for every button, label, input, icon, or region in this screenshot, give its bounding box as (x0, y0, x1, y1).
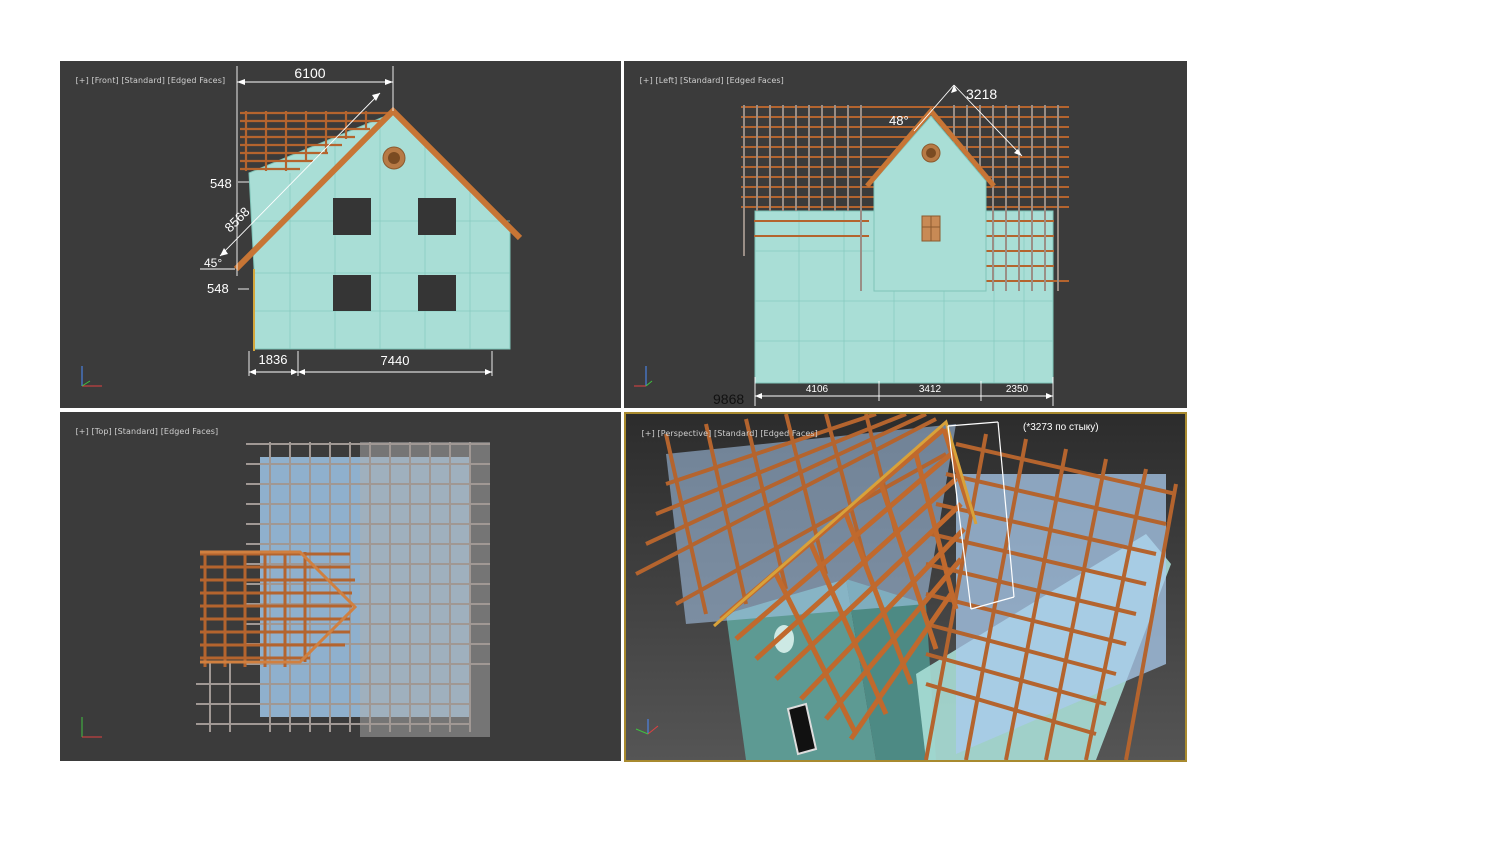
viewport-menu-plus[interactable]: [+] (642, 429, 655, 438)
viewport-label-left[interactable]: [+] [Left] [Standard] [Edged Faces] (629, 67, 784, 94)
dim-rafter-length-left: 3218 (966, 86, 997, 102)
front-window (418, 275, 456, 311)
front-window (418, 198, 456, 235)
viewport-edges-menu[interactable]: [Edged Faces] (726, 76, 784, 85)
viewport-menu-plus[interactable]: [+] (76, 76, 89, 85)
viewport-shading-menu[interactable]: [Standard] (121, 76, 165, 85)
viewport-view-menu[interactable]: [Perspective] (657, 429, 711, 438)
viewport-view-menu[interactable]: [Top] (91, 427, 111, 436)
viewport-edges-menu[interactable]: [Edged Faces] (168, 76, 226, 85)
viewport-edges-menu[interactable]: [Edged Faces] (161, 427, 219, 436)
dim-seg3: 2350 (1006, 384, 1029, 395)
axis-gizmo-icon (81, 366, 102, 387)
viewport-shading-menu[interactable]: [Standard] (680, 76, 724, 85)
front-window (333, 275, 371, 311)
dim-angle-left: 48° (889, 113, 909, 128)
viewport-perspective[interactable]: (*3273 по стыку) [+] [Perspective] [Stan… (624, 412, 1187, 762)
front-scene: 6100 548 8568 45° 548 1836 7440 (81, 65, 523, 387)
perspective-scene: (*3273 по стыку) (635, 414, 1178, 760)
dim-top-width: 6100 (294, 65, 325, 81)
viewport-view-menu[interactable]: [Front] (91, 76, 118, 85)
left-scene: 3218 48° 4106 3412 2350 (634, 84, 1069, 406)
dim-angle: 45° (204, 256, 222, 270)
viewport-view-menu[interactable]: [Left] (655, 76, 677, 85)
dim-eave-top: 548 (210, 176, 232, 191)
viewport-left[interactable]: 3218 48° 4106 3412 2350 [+] [Left] [Stan… (624, 61, 1187, 408)
dim-total: 9868 (713, 391, 745, 407)
viewport-label-perspective[interactable]: [+] [Perspective] [Standard] [Edged Face… (631, 420, 818, 447)
viewport-shading-menu[interactable]: [Standard] (714, 429, 758, 438)
viewport-top[interactable]: [+] [Top] [Standard] [Edged Faces] (60, 412, 621, 761)
top-scene (81, 442, 490, 738)
dim-seg2: 3412 (919, 384, 942, 395)
perspective-note: (*3273 по стыку) (1023, 422, 1099, 433)
viewport-menu-plus[interactable]: [+] (640, 76, 653, 85)
axis-gizmo-icon (635, 719, 659, 735)
axis-gizmo-icon (81, 717, 102, 738)
front-window (333, 198, 371, 235)
viewport-front[interactable]: 6100 548 8568 45° 548 1836 7440 [+] [Fro… (60, 61, 621, 408)
dim-seg1: 4106 (806, 384, 829, 395)
viewport-menu-plus[interactable]: [+] (76, 427, 89, 436)
dim-right-base: 7440 (381, 353, 410, 368)
axis-gizmo-icon (634, 366, 653, 387)
dim-left-base: 1836 (259, 352, 288, 367)
viewport-label-front[interactable]: [+] [Front] [Standard] [Edged Faces] (65, 67, 226, 94)
dim-eave-bottom: 548 (207, 281, 229, 296)
viewport-label-top[interactable]: [+] [Top] [Standard] [Edged Faces] (65, 418, 219, 445)
viewport-shading-menu[interactable]: [Standard] (114, 427, 158, 436)
viewport-edges-menu[interactable]: [Edged Faces] (760, 429, 818, 438)
